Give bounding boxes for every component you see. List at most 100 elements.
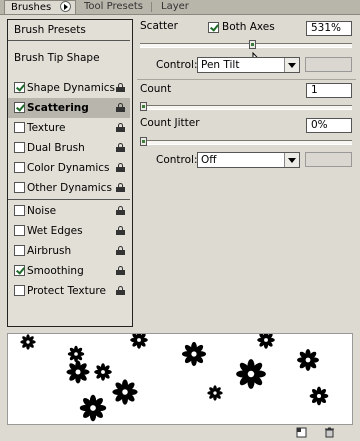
flower-brush-stroke	[79, 394, 107, 422]
tab-brushes-label: Brushes	[11, 2, 52, 13]
list-item-protect-texture[interactable]: Protect Texture	[8, 281, 130, 301]
brush-options-list: Brush Presets Brush Tip Shape Shape Dyna…	[7, 19, 133, 327]
tab-tool-presets-label: Tool Presets	[84, 1, 143, 12]
jitter-control-label: Control:	[156, 154, 198, 166]
count-slider-knob[interactable]	[140, 102, 147, 111]
lock-icon[interactable]	[116, 143, 125, 152]
scatter-value: 531%	[311, 22, 342, 34]
preview-canvas	[20, 334, 329, 422]
list-divider	[8, 40, 130, 41]
scatter-control-disabled-field	[305, 57, 352, 72]
flower-brush-stroke	[236, 359, 266, 389]
lock-icon[interactable]	[116, 226, 125, 235]
both-axes-label: Both Axes	[222, 21, 275, 33]
checkbox-icon[interactable]	[14, 122, 25, 133]
jitter-control-disabled-field	[305, 152, 352, 167]
panel-bottom-bar	[0, 425, 360, 441]
flower-brush-stroke	[297, 349, 319, 371]
list-item-color-dynamics[interactable]: Color Dynamics	[8, 158, 130, 178]
list-item-label: Airbrush	[27, 245, 72, 257]
list-item-other-dynamics[interactable]: Other Dynamics	[8, 178, 130, 198]
list-item-scattering[interactable]: Scattering	[8, 98, 130, 118]
panel-tab-bar: Brushes Tool Presets Layer Comps	[0, 0, 360, 26]
checkbox-icon[interactable]	[14, 182, 25, 193]
section-divider	[137, 79, 356, 80]
count-value: 1	[311, 84, 318, 96]
flower-brush-stroke	[181, 341, 207, 367]
list-item-label: Scattering	[27, 102, 89, 114]
count-slider-track[interactable]	[140, 105, 352, 110]
new-brush-icon[interactable]	[296, 427, 307, 438]
count-jitter-value-field[interactable]: 0%	[306, 118, 352, 133]
brush-presets-item[interactable]: Brush Presets	[8, 20, 130, 40]
scatter-slider-track[interactable]	[140, 43, 352, 48]
count-jitter-label: Count Jitter	[140, 117, 200, 129]
checkbox-icon[interactable]	[14, 225, 25, 236]
scatter-value-field[interactable]: 531%	[306, 21, 352, 36]
brush-presets-label: Brush Presets	[14, 24, 86, 36]
brush-stroke-preview	[7, 333, 353, 425]
count-value-field[interactable]: 1	[306, 83, 352, 98]
brushes-panel-body: Brush Presets Brush Tip Shape Shape Dyna…	[0, 15, 360, 441]
checkbox-icon[interactable]	[14, 102, 25, 113]
list-item-label: Noise	[27, 205, 57, 217]
count-label: Count	[140, 83, 172, 95]
flower-brush-stroke	[94, 363, 112, 381]
list-item-label: Dual Brush	[27, 142, 85, 154]
checkbox-icon[interactable]	[14, 265, 25, 276]
flower-brush-stroke	[67, 345, 85, 363]
flower-brush-stroke	[130, 334, 148, 349]
checkbox-icon[interactable]	[14, 162, 25, 173]
flower-brush-stroke	[309, 386, 329, 406]
lock-icon[interactable]	[116, 163, 125, 172]
list-item-label: Texture	[27, 122, 66, 134]
checkbox-icon[interactable]	[14, 245, 25, 256]
scatter-label: Scatter	[140, 20, 178, 32]
list-item-label: Other Dynamics	[27, 182, 112, 194]
list-item-texture[interactable]: Texture	[8, 118, 130, 138]
checkbox-icon[interactable]	[14, 142, 25, 153]
jitter-control-select[interactable]: Off	[197, 152, 300, 168]
scatter-control-select[interactable]: Pen Tilt	[197, 57, 300, 73]
list-item-airbrush[interactable]: Airbrush	[8, 241, 130, 261]
brush-tip-shape-item[interactable]: Brush Tip Shape	[8, 48, 130, 68]
lock-icon[interactable]	[116, 246, 125, 255]
list-item-label: Shape Dynamics	[27, 82, 115, 94]
tab-layer-comps[interactable]: Layer Comps	[155, 0, 227, 26]
list-item-label: Wet Edges	[27, 225, 83, 237]
lock-icon[interactable]	[116, 123, 125, 132]
list-divider	[8, 199, 130, 200]
lock-icon[interactable]	[116, 183, 125, 192]
list-item-shape-dynamics[interactable]: Shape Dynamics	[8, 78, 130, 98]
menu-arrow-icon[interactable]	[60, 1, 71, 12]
jitter-control-value: Off	[201, 154, 217, 166]
list-item-wet-edges[interactable]: Wet Edges	[8, 221, 130, 241]
both-axes-checkbox[interactable]	[208, 22, 219, 33]
lock-icon[interactable]	[116, 103, 125, 112]
flower-brush-stroke	[257, 334, 275, 349]
checkbox-icon[interactable]	[14, 285, 25, 296]
flower-brush-stroke	[20, 334, 36, 350]
scatter-slider-knob[interactable]	[249, 40, 256, 49]
count-jitter-slider-knob[interactable]	[140, 137, 147, 146]
lock-icon[interactable]	[116, 83, 125, 92]
checkbox-icon[interactable]	[14, 205, 25, 216]
tab-tool-presets[interactable]: Tool Presets	[78, 0, 150, 14]
trash-icon[interactable]	[324, 427, 335, 438]
list-item-dual-brush[interactable]: Dual Brush	[8, 138, 130, 158]
scatter-control-value: Pen Tilt	[201, 59, 240, 71]
list-item-label: Color Dynamics	[27, 162, 110, 174]
checkbox-icon[interactable]	[14, 82, 25, 93]
dropdown-arrow-icon[interactable]	[284, 58, 299, 72]
list-item-noise[interactable]: Noise	[8, 201, 130, 221]
flower-brush-stroke	[66, 360, 90, 384]
count-jitter-slider-track[interactable]	[140, 140, 352, 145]
lock-icon[interactable]	[116, 286, 125, 295]
list-item-label: Protect Texture	[27, 285, 106, 297]
lock-icon[interactable]	[116, 206, 125, 215]
dropdown-arrow-icon[interactable]	[284, 153, 299, 167]
list-item-smoothing[interactable]: Smoothing	[8, 261, 130, 281]
flower-brush-stroke	[112, 379, 138, 405]
count-jitter-value: 0%	[311, 119, 328, 131]
lock-icon[interactable]	[116, 266, 125, 275]
